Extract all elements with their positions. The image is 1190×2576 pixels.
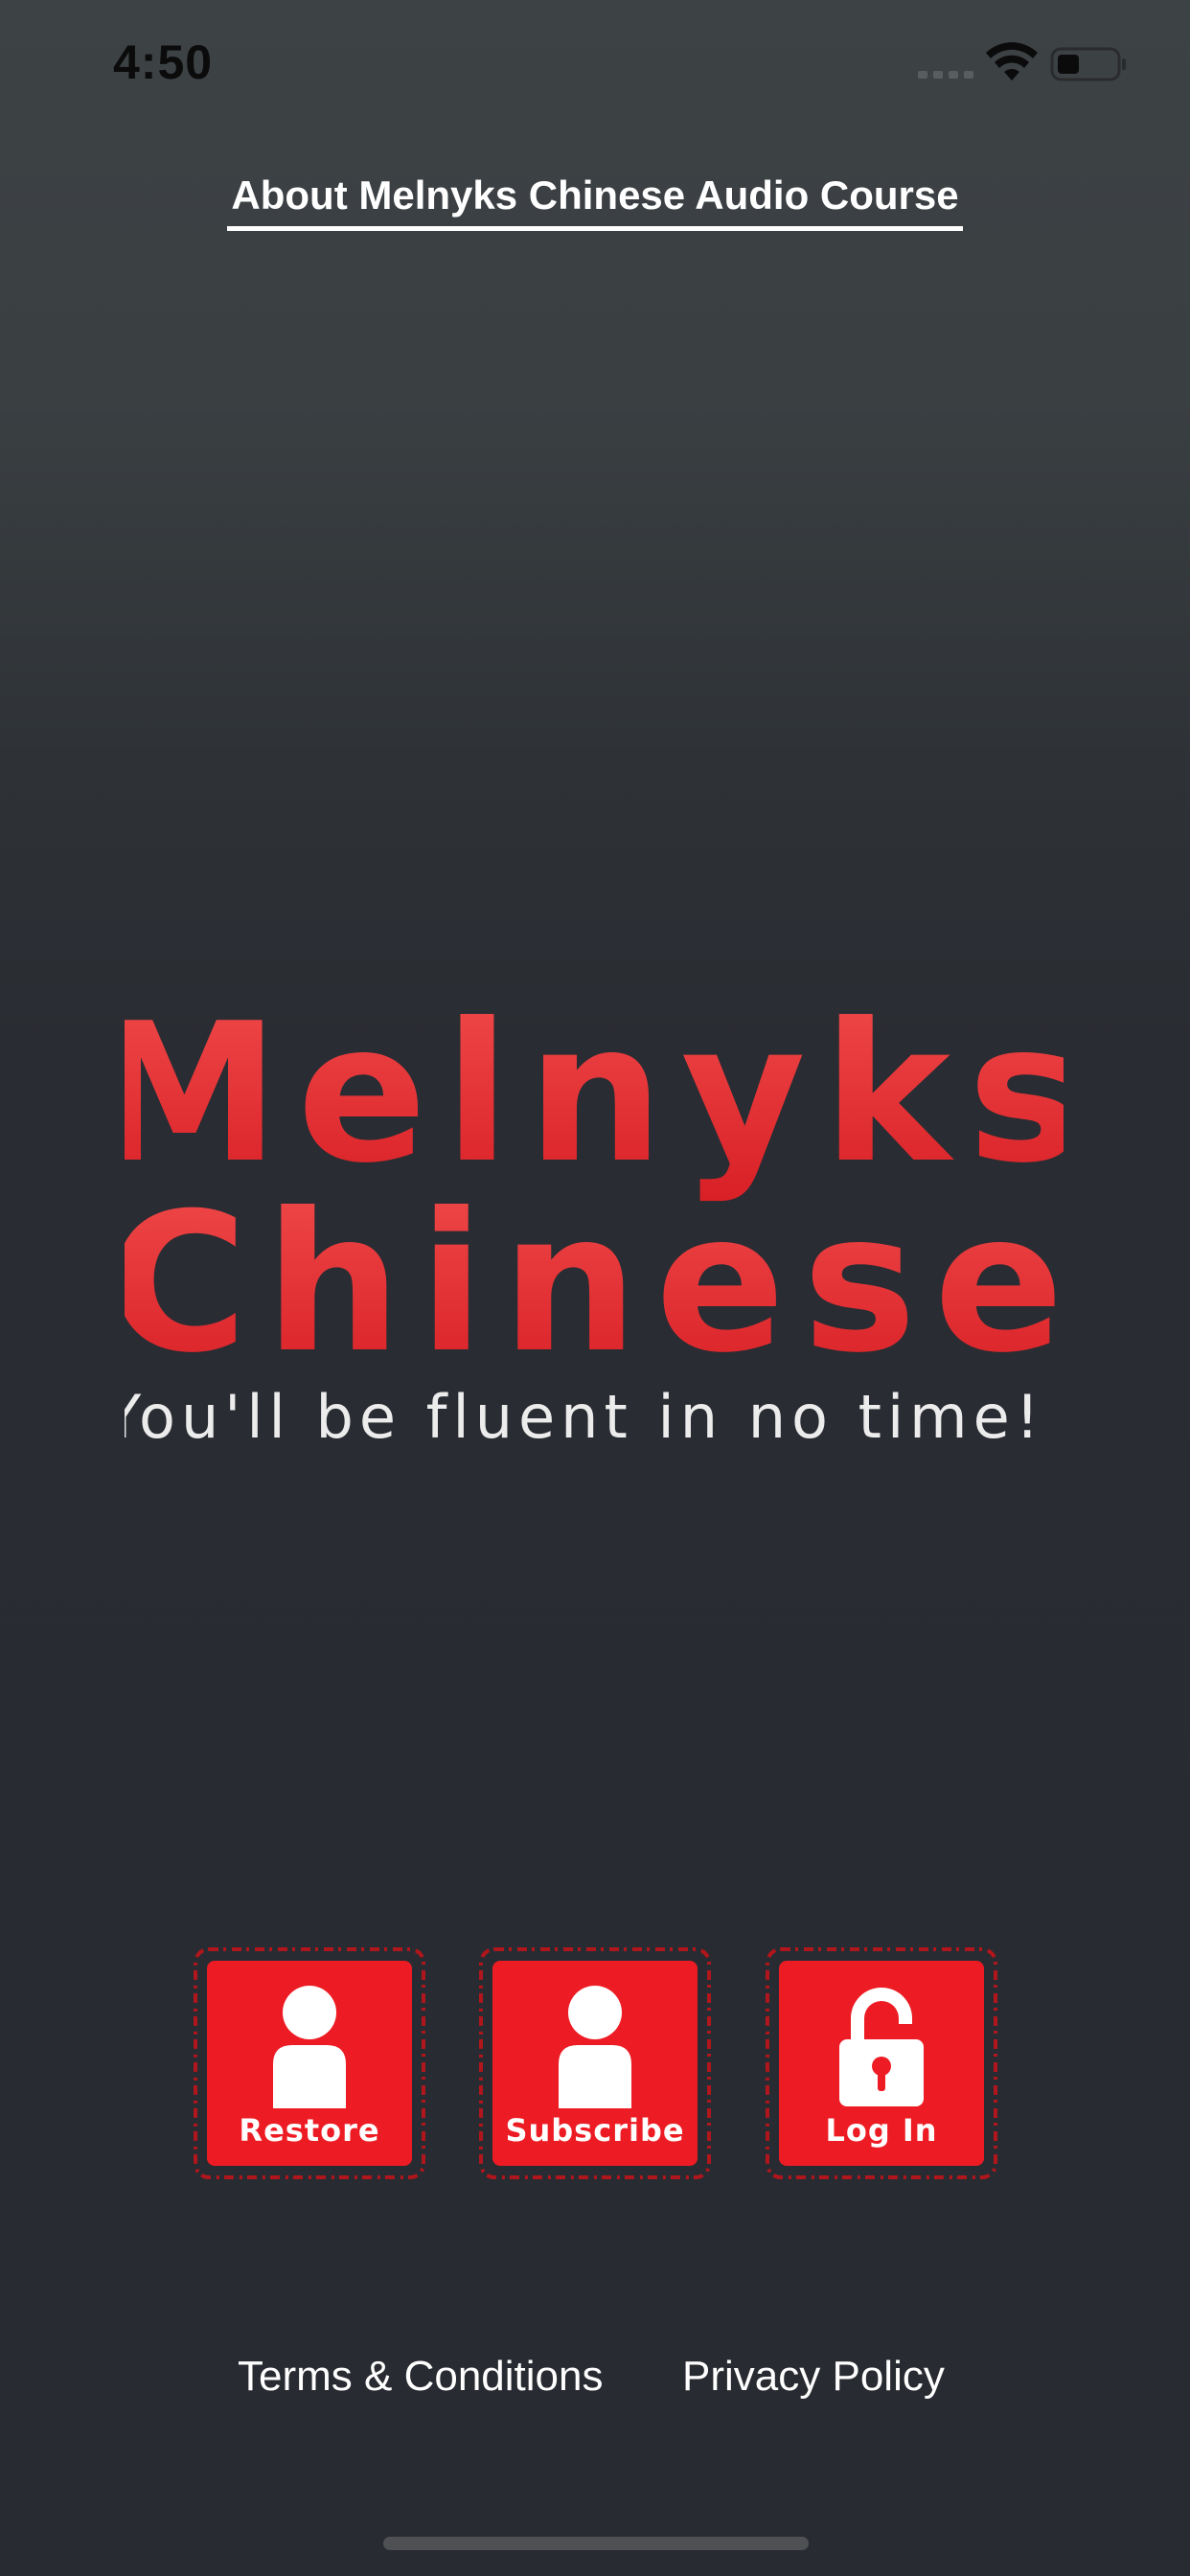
status-time: 4:50 [113,35,214,89]
home-indicator[interactable] [383,2537,809,2550]
about-course-link[interactable]: About Melnyks Chinese Audio Course [227,169,963,231]
privacy-policy-link[interactable]: Privacy Policy [682,2348,945,2405]
logo-line2: Chinese [125,1172,1064,1395]
person-icon [273,1986,346,2108]
person-icon [559,1986,631,2108]
login-label: Log In [825,2112,938,2149]
unlocked-padlock-icon [839,1988,924,2106]
cellular-signal-icon [918,71,973,79]
melnyks-chinese-logo: Melnyks Chinese You'll be fluent in no t… [125,987,1064,1452]
logo-tagline: You'll be fluent in no time! [125,1382,1045,1452]
subscribe-button[interactable]: Subscribe [477,1945,713,2181]
restore-button[interactable]: Restore [192,1945,427,2181]
wifi-icon [986,42,1038,80]
restore-label: Restore [239,2112,380,2149]
battery-icon [1050,47,1126,81]
about-course-link-wrapper: About Melnyks Chinese Audio Course [0,169,1190,231]
subscribe-label: Subscribe [505,2112,685,2149]
login-button[interactable]: Log In [764,1945,999,2181]
terms-and-conditions-link[interactable]: Terms & Conditions [238,2348,603,2405]
